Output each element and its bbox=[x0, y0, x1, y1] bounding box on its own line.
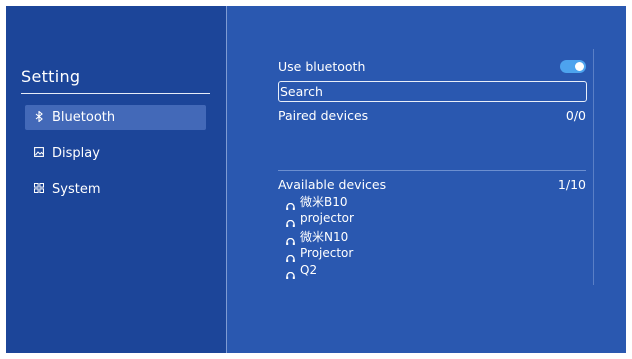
device-list-item[interactable]: projector bbox=[286, 211, 354, 227]
device-name: projector bbox=[300, 211, 354, 225]
sidebar-item-system[interactable]: System bbox=[25, 177, 206, 202]
available-devices-count: 1/10 bbox=[557, 177, 586, 192]
search-button[interactable]: Search bbox=[278, 81, 587, 102]
bluetooth-toggle[interactable] bbox=[560, 60, 586, 73]
sidebar-item-label: Display bbox=[52, 146, 100, 161]
device-name: 微米N10 bbox=[300, 230, 349, 244]
headphones-icon bbox=[286, 268, 295, 279]
paired-devices-count: 0/0 bbox=[565, 108, 586, 123]
sidebar-item-display[interactable]: Display bbox=[25, 141, 206, 166]
settings-window: Setting Bluetooth Display System Use blu… bbox=[6, 6, 626, 353]
device-list-item[interactable]: 微米N10 bbox=[286, 228, 348, 245]
device-list-item[interactable]: 微米B10 bbox=[286, 193, 348, 210]
headphones-icon bbox=[286, 216, 295, 227]
device-name: Projector bbox=[300, 246, 354, 260]
device-list-item[interactable]: Q2 bbox=[286, 263, 318, 279]
device-name: Q2 bbox=[300, 263, 318, 277]
headphones-icon bbox=[286, 251, 295, 262]
sidebar-item-label: System bbox=[52, 182, 101, 197]
available-devices-label: Available devices bbox=[278, 177, 387, 192]
system-icon bbox=[33, 183, 45, 196]
sidebar: Setting Bluetooth Display System bbox=[6, 6, 226, 353]
toggle-knob bbox=[575, 62, 584, 71]
bluetooth-panel: Use bluetooth Search Paired devices 0/0 … bbox=[227, 6, 626, 353]
sidebar-title-underline bbox=[21, 93, 210, 94]
display-icon bbox=[33, 147, 45, 160]
sidebar-title: Setting bbox=[21, 67, 81, 86]
use-bluetooth-label: Use bluetooth bbox=[278, 59, 366, 74]
device-list-item[interactable]: Projector bbox=[286, 246, 354, 262]
headphones-icon bbox=[286, 199, 295, 210]
scrollbar[interactable] bbox=[593, 49, 594, 285]
sidebar-item-bluetooth[interactable]: Bluetooth bbox=[25, 105, 206, 130]
device-name: 微米B10 bbox=[300, 195, 348, 209]
sidebar-item-label: Bluetooth bbox=[52, 110, 116, 125]
headphones-icon bbox=[286, 234, 295, 245]
paired-devices-label: Paired devices bbox=[278, 108, 369, 123]
bluetooth-icon bbox=[33, 109, 45, 125]
section-divider bbox=[278, 170, 586, 171]
